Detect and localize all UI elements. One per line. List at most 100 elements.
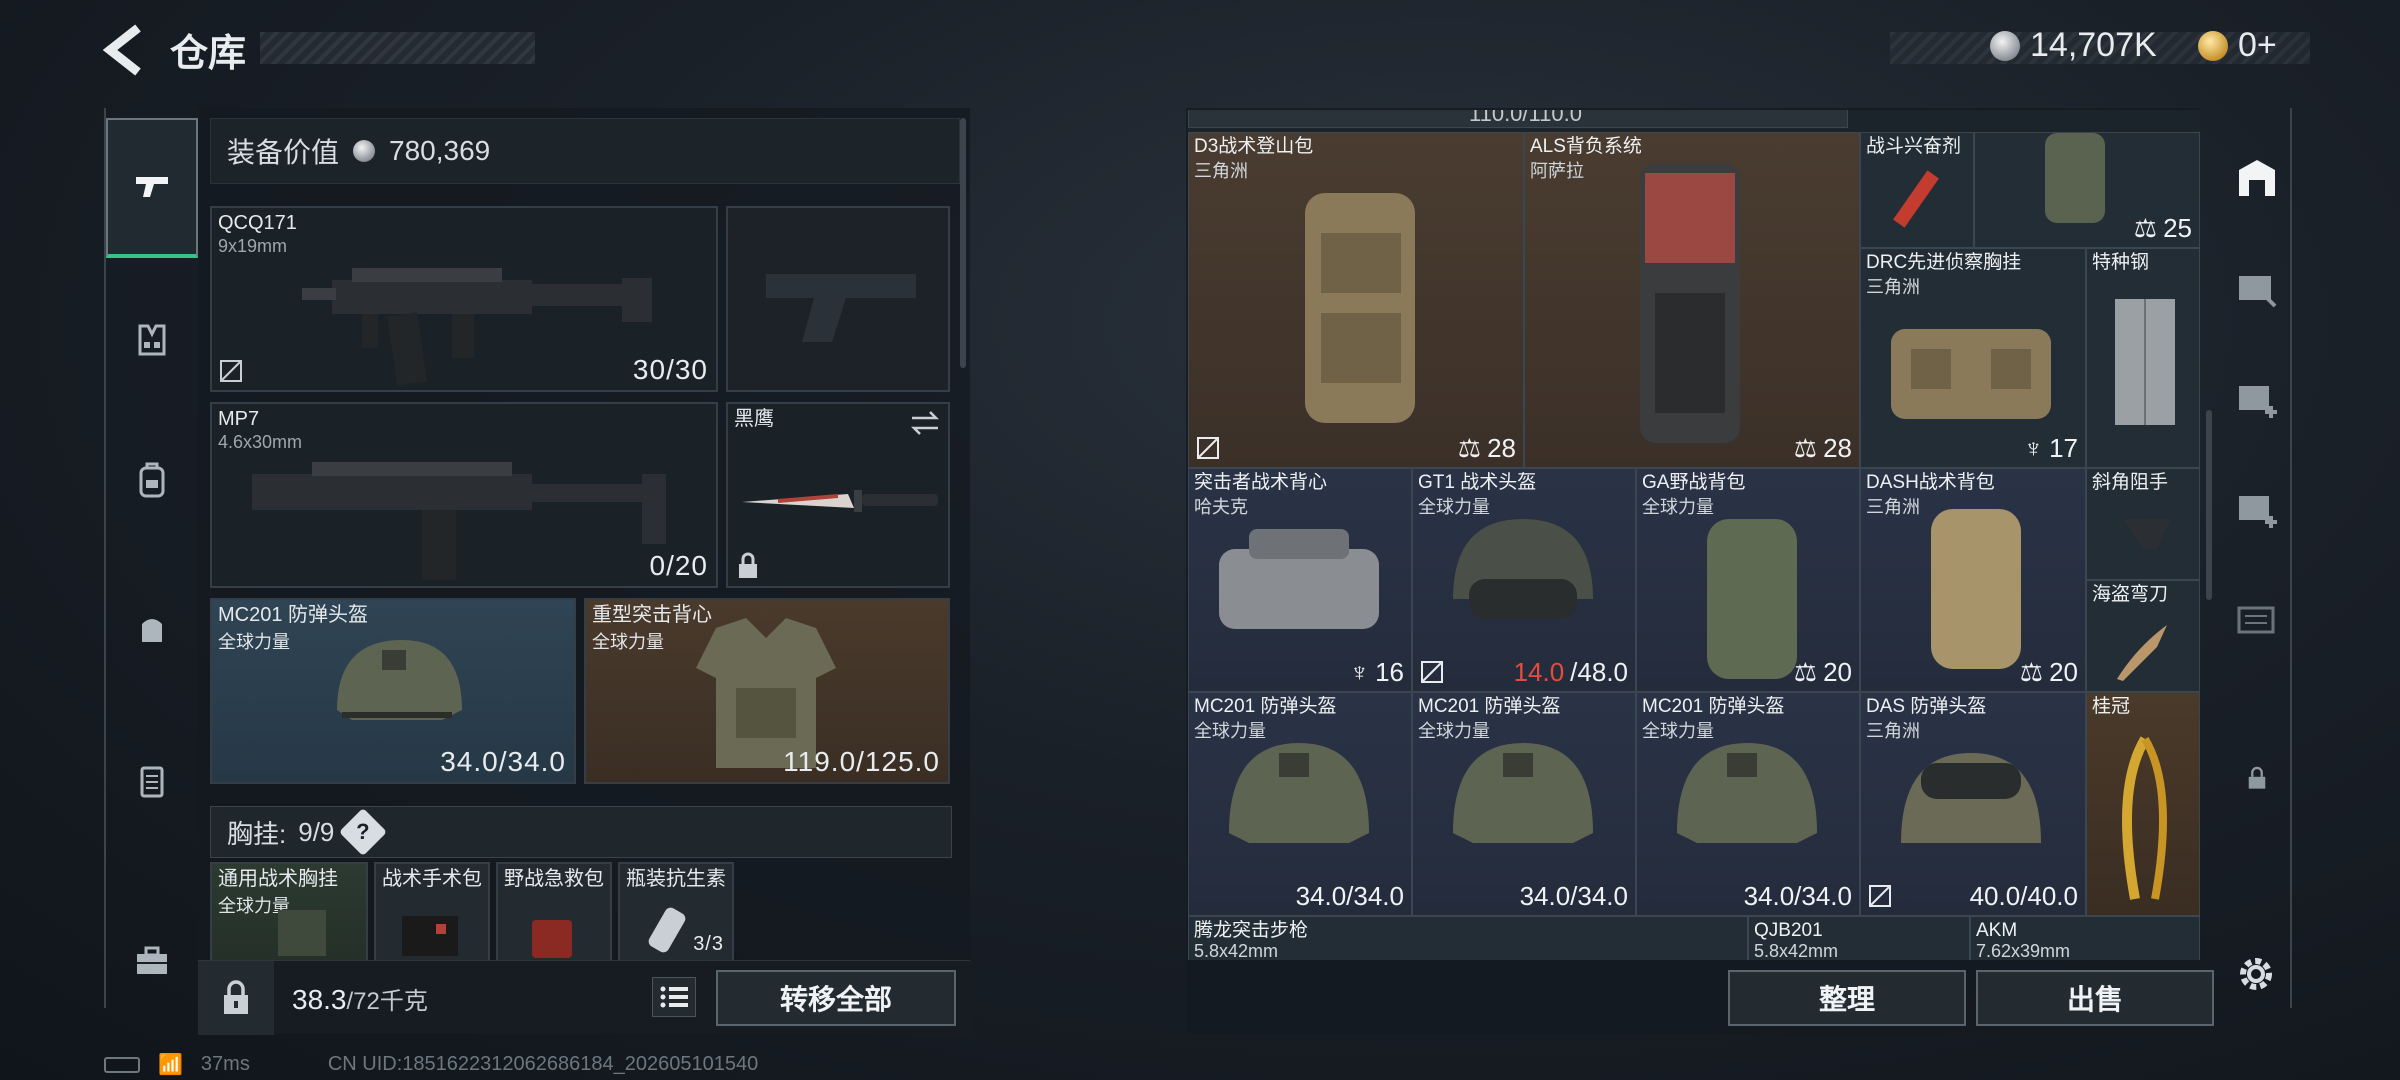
item-sub: 三角洲 [1194,161,1248,181]
blade-icon [2117,625,2167,681]
backpack-icon [139,462,165,498]
vest-icon [1219,529,1379,629]
gold-coin-icon [2198,30,2228,61]
stash-item[interactable]: 斜角阻手 [2086,468,2200,580]
item-qty: 34.0/34.0 [1743,881,1852,911]
smg-icon [302,268,652,386]
rail-case[interactable] [106,744,198,816]
helmet-slot[interactable]: MC201 防弹头盔 全球力量 34.0/34.0 [210,598,576,784]
item-name: 特种钢 [2092,252,2150,273]
help-icon[interactable]: ? [339,807,388,857]
item-qty: ⚖ 28 [1457,433,1516,463]
rig-item-name: 战术手术包 [382,868,482,890]
secondary-weapon-slot[interactable]: MP7 4.6x30mm 0/20 [210,402,718,588]
silver-coin-icon [1990,30,2020,61]
stash-item-partial[interactable]: 110.0/110.0 30 [1188,110,1848,128]
stash-tab-folder[interactable] [2222,578,2292,658]
list-icon [660,986,688,1008]
stash-item[interactable]: DRC先进侦察胸挂 三角洲 ♆ 17 [1860,248,2086,468]
rig-item[interactable]: 瓶装抗生素 3/3 [618,862,734,962]
item-sub: 三角洲 [1866,497,1920,517]
stash-item[interactable]: 特种钢 [2086,248,2200,468]
sell-button[interactable]: 出售 [1976,970,2214,1026]
stash-item[interactable]: 海盗弯刀 [2086,580,2200,692]
stash-tab-add[interactable] [2222,358,2292,438]
list-view-button[interactable] [652,977,696,1017]
organize-button[interactable]: 整理 [1728,970,1966,1026]
rail-weapons[interactable] [106,118,198,258]
rail-backpack[interactable] [106,444,198,516]
stash-item[interactable]: 战斗兴奋剂 [1860,132,1974,248]
pouch-icon [142,619,162,642]
stash-lock[interactable] [2222,738,2292,818]
no-drop-icon [220,360,242,382]
stash-item[interactable]: GA野战背包 全球力量 ⚖ 20 [1636,468,1860,692]
equip-value-label: 装备价值 [227,137,340,168]
title-decoration [260,32,535,64]
rig-item[interactable]: 野战急救包 [496,862,612,962]
item-name: QJB201 [1754,920,1823,941]
stash-item[interactable]: GT1 战术头盔 全球力量 14.0/48.0 [1412,468,1636,692]
melee-slot[interactable]: 黑鹰 [726,402,950,588]
gold-currency[interactable]: 0+ [2198,26,2277,65]
stash-edit-icon [2239,276,2277,308]
settings-button[interactable] [2232,950,2280,998]
pistol-placeholder-icon [766,274,916,342]
no-drop-icon [1421,661,1443,683]
item-name: MC201 防弹头盔 [1418,696,1561,717]
stash-tab-edit[interactable] [2222,248,2292,328]
helmet-icon [1453,519,1593,619]
back-button[interactable] [98,20,148,80]
equipment-category-rail [104,108,198,1008]
loadout-scrollbar[interactable] [960,118,966,368]
melee-name: 黑鹰 [734,408,774,430]
item-qty: 40.0/40.0 [1969,881,2078,911]
stash-tab-main[interactable] [2222,138,2292,218]
weapon-name: MP7 [218,408,260,430]
sidearm-slot-empty[interactable] [726,206,950,392]
item-qty: ♆ 16 [1349,657,1404,687]
stash-scrollbar[interactable] [2206,410,2212,600]
stash-item[interactable]: ALS背负系统 阿萨拉 ⚖ 28 [1524,132,1860,468]
armor-durability: 119.0/125.0 [783,746,940,777]
stash-item-partial[interactable]: AKM 7.62x39mm [1970,916,2200,960]
stash-item-partial[interactable]: QJB201 5.8x42mm [1748,916,1970,960]
backpack-icon [1707,519,1797,679]
stash-item[interactable]: DAS 防弹头盔 三角洲 40.0/40.0 [1860,692,2086,916]
stash-item[interactable]: DASH战术背包 三角洲 ⚖ 20 [1860,468,2086,692]
rail-toolbox[interactable] [106,924,198,996]
lock-loadout-button[interactable] [198,961,274,1035]
weight-readout: 38.3/72千克 [292,981,428,1016]
chevron-left-icon [102,24,141,76]
item-name: D3战术登山包 [1194,136,1314,157]
rig-item[interactable]: 通用战术胸挂 全球力量 [210,862,368,962]
antibiotic-bottle-icon [648,907,686,953]
rig-item[interactable]: 战术手术包 [374,862,490,962]
helmet-faction: 全球力量 [218,632,290,652]
chest-rig-icon [1891,329,2051,419]
armor-class-icon: ♆ [2023,433,2044,463]
rail-pouch[interactable] [106,594,198,666]
grip-icon [2123,519,2171,549]
rig-item-name: 瓶装抗生素 [626,868,726,890]
rail-chest-rig[interactable] [106,304,198,376]
stash-item[interactable]: MC201 防弹头盔 全球力量 34.0/34.0 [1636,692,1860,916]
stash-tab-add-2[interactable] [2222,468,2292,548]
lock-icon [224,980,248,1014]
stash-item-partial[interactable]: 腾龙突击步枪 5.8x42mm [1188,916,1748,960]
rig-item-name: 通用战术胸挂 [218,868,338,890]
stash-item[interactable]: MC201 防弹头盔 全球力量 34.0/34.0 [1412,692,1636,916]
backpack-icon [1931,509,2021,669]
primary-weapon-slot[interactable]: QCQ171 9x19mm 30/30 [210,206,718,392]
stash-item[interactable]: ⚖ 25 [1974,132,2200,248]
stash-item[interactable]: MC201 防弹头盔 全球力量 34.0/34.0 [1188,692,1412,916]
item-qty: ⚖ 25 [2133,213,2192,243]
transfer-all-button[interactable]: 转移全部 [716,970,956,1026]
stash-folder-icon [2237,606,2275,634]
item-name: 腾龙突击步枪 [1194,920,1309,941]
weapon-ammo: 0/20 [649,550,708,581]
stash-item[interactable]: 桂冠 [2086,692,2200,916]
stash-item[interactable]: D3战术登山包 三角洲 ⚖ 28 [1188,132,1524,468]
stash-item[interactable]: 突击者战术背心 哈夫克 ♆ 16 [1188,468,1412,692]
armor-slot[interactable]: 重型突击背心 全球力量 119.0/125.0 [584,598,950,784]
